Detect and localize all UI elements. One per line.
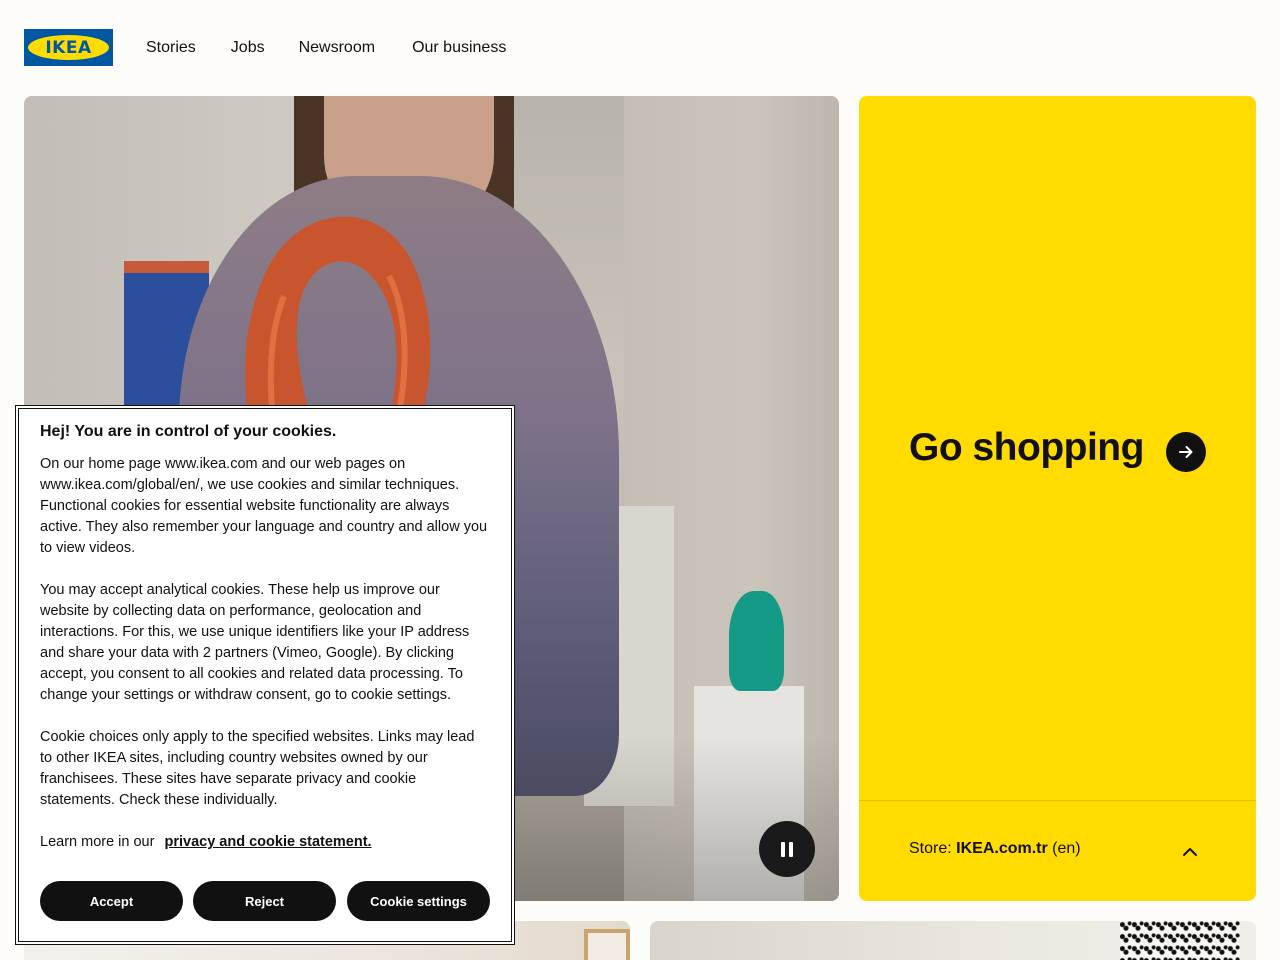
main-nav: Stories Jobs Newsroom Our business (146, 37, 506, 59)
cookie-consent-dialog: Hej! You are in control of your cookies.… (15, 405, 515, 945)
pause-icon (781, 841, 785, 857)
wall-artwork (1120, 921, 1240, 960)
cookie-title: Hej! You are in control of your cookies. (40, 423, 337, 440)
pause-icon-bar (789, 841, 793, 857)
go-shopping-card[interactable]: Go shopping Store: IKEA.com.tr (en) (859, 96, 1256, 901)
cookie-paragraph-analytical: You may accept analytical cookies. These… (40, 582, 470, 703)
pause-video-button[interactable] (759, 821, 815, 877)
logo-text: IKEA (45, 37, 92, 58)
cookie-settings-button[interactable]: Cookie settings (347, 881, 490, 921)
go-shopping-title[interactable]: Go shopping (909, 426, 1144, 470)
privacy-statement-link[interactable]: privacy and cookie statement. (164, 834, 371, 850)
store-language: (en) (1052, 840, 1081, 857)
story-card-right[interactable] (650, 921, 1256, 960)
store-selector[interactable]: Store: IKEA.com.tr (en) (909, 840, 1206, 862)
ikea-logo[interactable]: IKEA (24, 29, 113, 66)
nav-link-our-business[interactable]: Our business (412, 37, 506, 59)
cookie-paragraph-functional: On our home page www.ikea.com and our we… (40, 456, 488, 556)
go-shopping-arrow-button[interactable] (1166, 432, 1206, 472)
cookie-paragraph-scope: Cookie choices only apply to the specifi… (40, 729, 475, 808)
site-header: IKEA Stories Jobs Newsroom Our business (0, 0, 1280, 96)
store-label: Store: (909, 840, 952, 857)
logo-ellipse: IKEA (28, 35, 109, 60)
store-name: IKEA.com.tr (956, 840, 1048, 857)
cookie-learn-more: Learn more in our privacy and cookie sta… (40, 832, 372, 853)
nav-link-newsroom[interactable]: Newsroom (299, 37, 375, 59)
learn-more-text: Learn more in our (40, 834, 155, 850)
accept-cookies-button[interactable]: Accept (40, 881, 183, 921)
reject-cookies-button[interactable]: Reject (193, 881, 336, 921)
nav-link-stories[interactable]: Stories (146, 37, 196, 59)
chevron-up-icon[interactable] (1179, 841, 1201, 863)
arrow-right-icon (1179, 446, 1193, 458)
picture-frame (584, 929, 630, 960)
nav-link-jobs[interactable]: Jobs (231, 37, 265, 59)
promo-divider (859, 800, 1256, 801)
hero-green-vase (729, 591, 784, 691)
